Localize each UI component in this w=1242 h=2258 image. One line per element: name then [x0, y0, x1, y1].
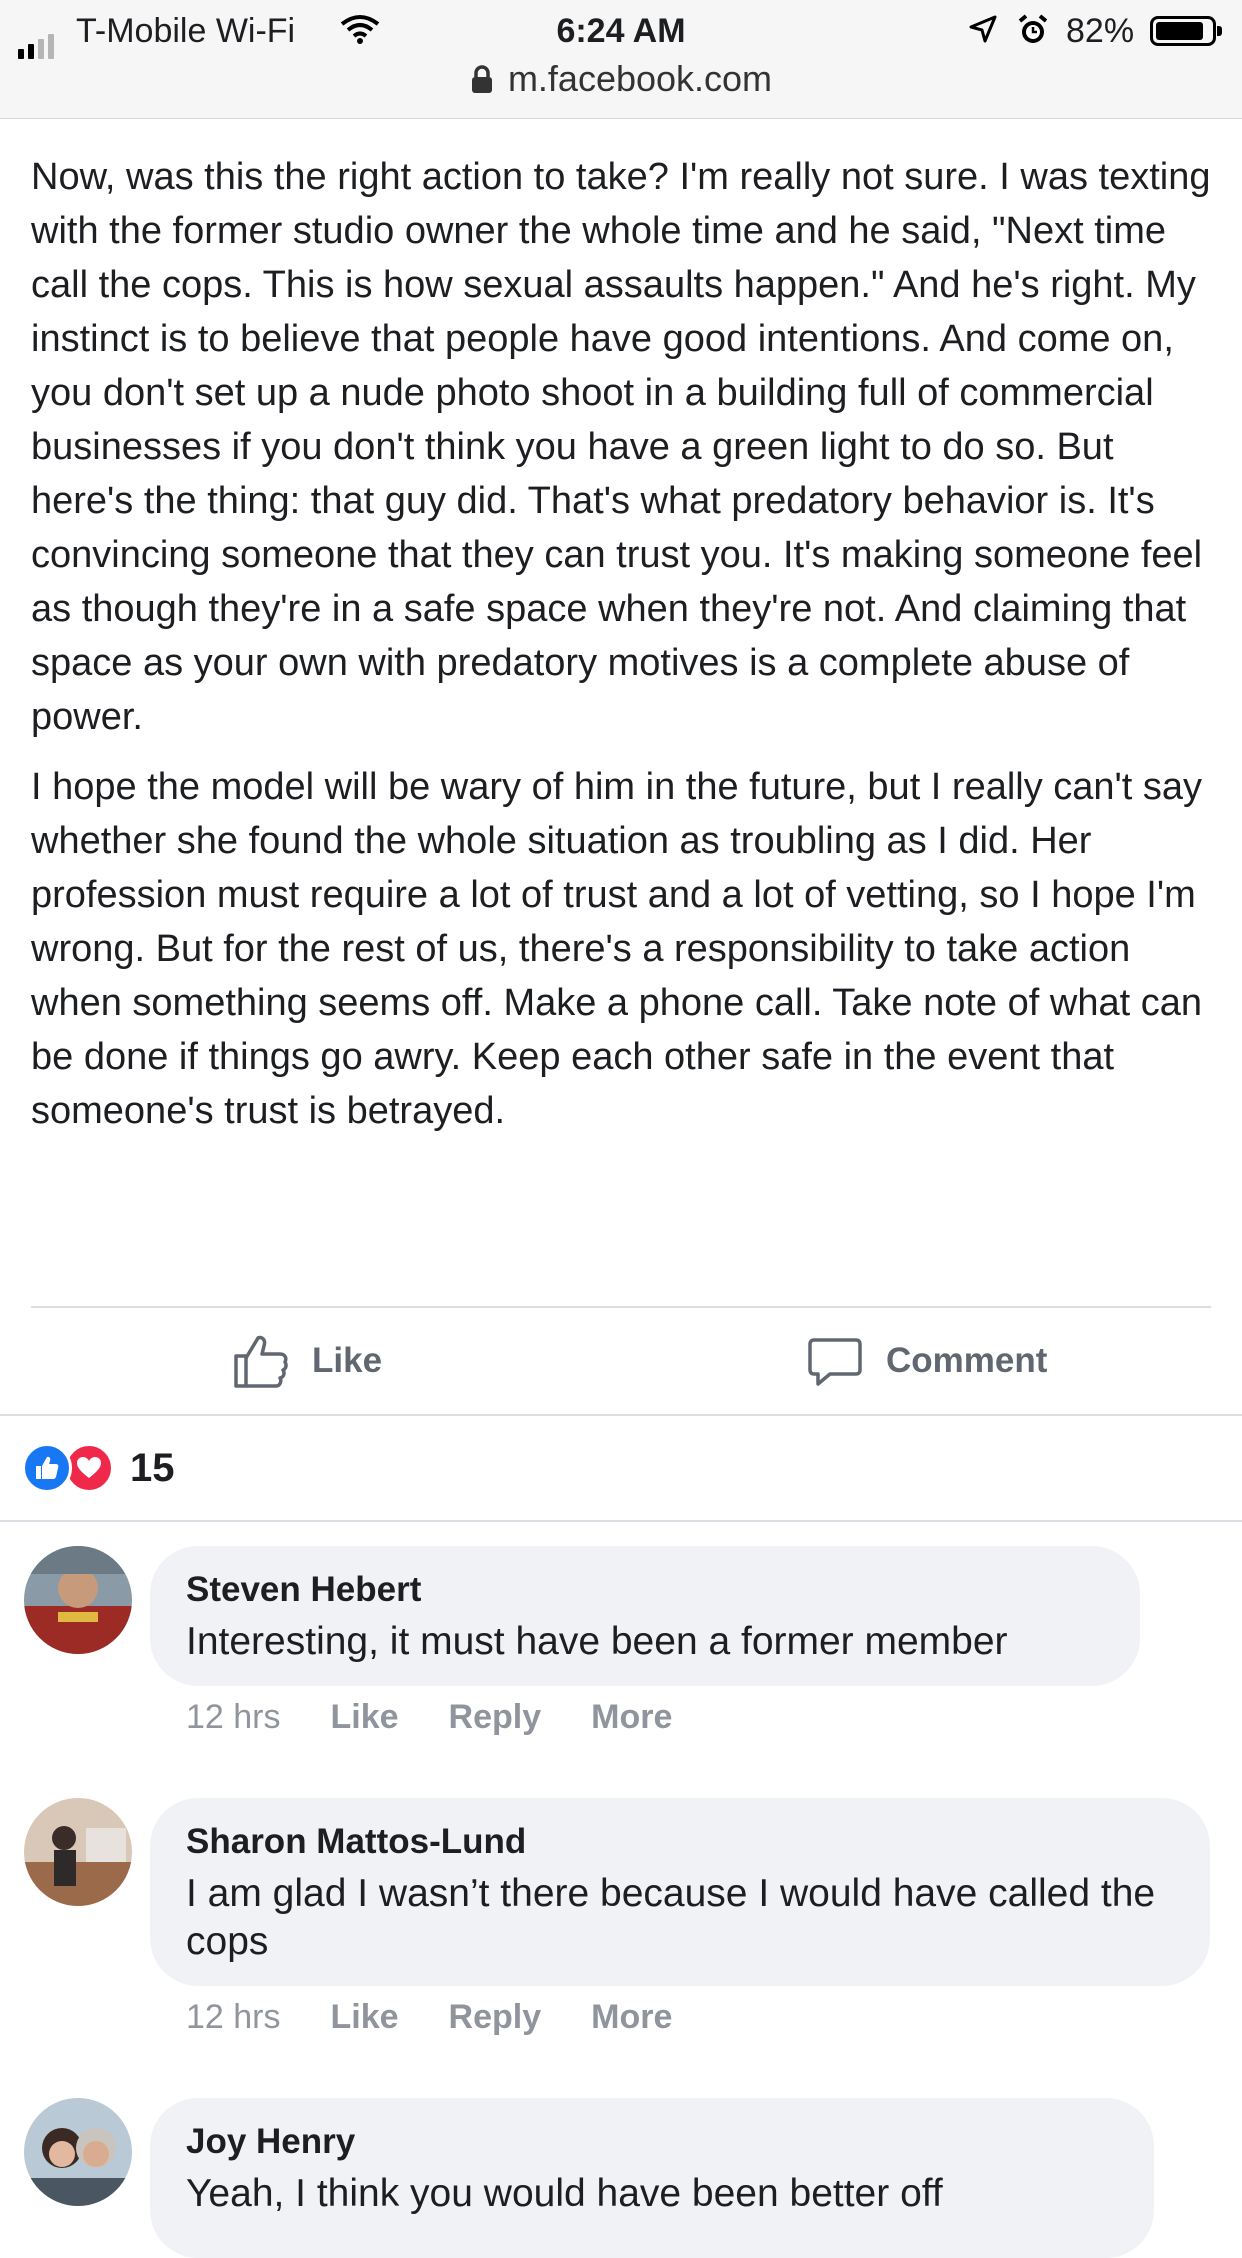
comment-reply-link[interactable]: Reply [449, 1698, 542, 1737]
like-reaction-icon [22, 1443, 72, 1493]
comment-button[interactable]: Comment [806, 1332, 1047, 1390]
alarm-icon [1016, 13, 1050, 56]
comment-like-link[interactable]: Like [331, 1698, 399, 1737]
like-button[interactable]: Like [232, 1332, 382, 1390]
battery-icon [1150, 16, 1222, 46]
post-paragraph: I hope the model will be wary of him in … [31, 766, 1203, 1132]
comment-text: Interesting, it must have been a former … [186, 1620, 1008, 1663]
url-text[interactable]: m.facebook.com [508, 58, 772, 99]
comment-more-link[interactable]: More [591, 1698, 672, 1737]
comment-bubble[interactable]: Sharon Mattos-Lund I am glad I wasn’t th… [150, 1798, 1210, 1986]
avatar[interactable] [24, 2098, 132, 2206]
comment-like-link[interactable]: Like [331, 1998, 399, 2037]
comment-text: Yeah, I think you would have been better… [186, 2172, 943, 2215]
post-paragraph: Now, was this the right action to take? … [31, 156, 1211, 738]
reaction-count: 15 [130, 1445, 175, 1490]
thumbs-up-icon [234, 1335, 288, 1388]
like-label: Like [312, 1341, 383, 1380]
comment-time[interactable]: 12 hrs [186, 1998, 281, 2037]
comment-author[interactable]: Joy Henry [186, 2120, 1118, 2164]
battery-percent: 82% [1066, 12, 1135, 50]
comment-text: I am glad I wasn’t there because I would… [186, 1872, 1156, 1963]
comment-icon [808, 1338, 862, 1386]
comment-bubble[interactable]: Steven Hebert Interesting, it must have … [150, 1546, 1140, 1686]
address-bar[interactable]: m.facebook.com [0, 58, 1242, 103]
comment-label: Comment [886, 1341, 1048, 1380]
comment-author[interactable]: Sharon Mattos-Lund [186, 1820, 1174, 1864]
comment-author[interactable]: Steven Hebert [186, 1568, 1104, 1612]
divider [0, 1520, 1242, 1522]
avatar[interactable] [24, 1798, 132, 1906]
comment-meta: 12 hrs Like Reply More [186, 1998, 722, 2037]
comment-reply-link[interactable]: Reply [449, 1998, 542, 2037]
comment-time[interactable]: 12 hrs [186, 1698, 281, 1737]
comment-bubble[interactable]: Joy Henry Yeah, I think you would have b… [150, 2098, 1154, 2258]
reactions-summary[interactable]: 15 [22, 1440, 175, 1496]
post-body: Now, was this the right action to take? … [31, 150, 1221, 1154]
lock-icon [470, 61, 494, 103]
divider [0, 1414, 1242, 1416]
clock: 6:24 AM [556, 12, 686, 50]
avatar[interactable] [24, 1546, 132, 1654]
comment-meta: 12 hrs Like Reply More [186, 1698, 722, 1737]
comment-more-link[interactable]: More [591, 1998, 672, 2037]
post-actions: Like Comment [0, 1308, 1242, 1414]
location-icon [968, 14, 998, 53]
status-bar: T-Mobile Wi-Fi 6:24 AM 82% m.facebook.co… [0, 0, 1242, 119]
